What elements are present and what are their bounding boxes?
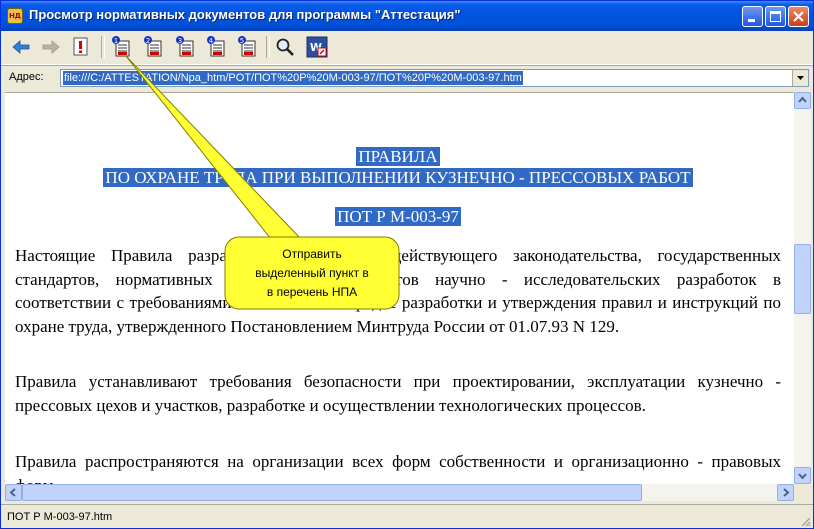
title-bar[interactable]: НД Просмотр нормативных документов для п… bbox=[1, 1, 813, 31]
scroll-left-button[interactable] bbox=[5, 484, 22, 501]
chevron-left-icon bbox=[9, 488, 16, 497]
chevron-down-icon bbox=[798, 473, 807, 480]
important-document-icon[interactable] bbox=[69, 35, 93, 59]
scroll-right-button[interactable] bbox=[777, 484, 794, 501]
chevron-down-icon bbox=[797, 76, 804, 80]
document-code: ПОТ Р М-003-97 bbox=[15, 207, 781, 227]
vertical-scroll-thumb[interactable] bbox=[794, 244, 811, 314]
minimize-button[interactable] bbox=[742, 6, 763, 27]
scroll-down-button[interactable] bbox=[794, 467, 811, 484]
status-bar: ПОТ Р М-003-97.htm bbox=[1, 504, 813, 528]
toolbar-separator bbox=[266, 36, 270, 58]
search-icon[interactable] bbox=[273, 35, 297, 59]
address-value[interactable]: file:///C:/ATTESTATION/Npa_htm/POT/ПОТ%2… bbox=[63, 71, 523, 85]
status-text: ПОТ Р М-003-97.htm bbox=[7, 511, 113, 523]
toolbar-separator bbox=[101, 36, 105, 58]
document-subtitle: ПО ОХРАНЕ ТРУДА ПРИ ВЫПОЛНЕНИИ КУЗНЕЧНО … bbox=[15, 168, 781, 188]
word-export-icon[interactable]: W bbox=[305, 35, 329, 59]
back-arrow-icon[interactable] bbox=[9, 35, 33, 59]
title-line-2: ПО ОХРАНЕ ТРУДА ПРИ ВЫПОЛНЕНИИ КУЗНЕЧНО … bbox=[103, 168, 693, 187]
document-code-text: ПОТ Р М-003-97 bbox=[335, 207, 461, 226]
chevron-up-icon bbox=[798, 96, 807, 103]
document-view[interactable]: ПРАВИЛА ПО ОХРАНЕ ТРУДА ПРИ ВЫПОЛНЕНИИ К… bbox=[5, 92, 794, 485]
scrollbar-corner bbox=[794, 484, 811, 501]
tooltip-text: Отправить выделенный пункт в в перечень … bbox=[233, 245, 391, 302]
tooltip-line-2: выделенный пункт в bbox=[255, 266, 369, 280]
tooltip-line-3: в перечень НПА bbox=[266, 285, 358, 299]
forward-arrow-icon[interactable] bbox=[39, 35, 63, 59]
document-list-5-icon[interactable]: 5 bbox=[235, 35, 259, 59]
browser-window: НД Просмотр нормативных документов для п… bbox=[0, 0, 814, 529]
svg-text:3: 3 bbox=[178, 37, 182, 45]
svg-text:5: 5 bbox=[240, 37, 244, 45]
svg-text:4: 4 bbox=[209, 37, 214, 45]
vertical-scrollbar[interactable] bbox=[794, 92, 811, 484]
svg-text:2: 2 bbox=[146, 37, 150, 45]
scroll-up-button[interactable] bbox=[794, 92, 811, 109]
svg-text:1: 1 bbox=[114, 37, 118, 45]
address-bar: Адрес: file:///C:/ATTESTATION/Npa_htm/PO… bbox=[1, 65, 813, 90]
toolbar: 1 2 3 4 5 W bbox=[1, 31, 813, 65]
document-list-4-icon[interactable]: 4 bbox=[204, 35, 228, 59]
document-list-1-icon[interactable]: 1 bbox=[109, 35, 133, 59]
paragraph: Настоящие Правила разработаны на основе … bbox=[15, 246, 781, 336]
resize-grip-icon[interactable] bbox=[799, 515, 811, 527]
maximize-button[interactable] bbox=[765, 6, 786, 27]
app-icon[interactable]: НД bbox=[7, 8, 23, 24]
paragraph: Правила распространяются на организации … bbox=[15, 452, 781, 485]
document-list-3-icon[interactable]: 3 bbox=[173, 35, 197, 59]
tooltip-line-1: Отправить bbox=[282, 247, 342, 261]
document-list-2-icon[interactable]: 2 bbox=[141, 35, 165, 59]
address-dropdown-button[interactable] bbox=[792, 70, 808, 86]
window-title: Просмотр нормативных документов для прог… bbox=[29, 7, 461, 22]
title-line-1: ПРАВИЛА bbox=[356, 147, 440, 166]
horizontal-scroll-thumb[interactable] bbox=[22, 484, 642, 501]
document-title: ПРАВИЛА bbox=[15, 147, 781, 167]
paragraph: Правила устанавливают требования безопас… bbox=[15, 372, 781, 415]
address-input[interactable]: file:///C:/ATTESTATION/Npa_htm/POT/ПОТ%2… bbox=[60, 69, 809, 87]
chevron-right-icon bbox=[783, 488, 790, 497]
address-label: Адрес: bbox=[9, 71, 44, 83]
horizontal-scrollbar[interactable] bbox=[5, 484, 794, 501]
close-button[interactable] bbox=[788, 6, 809, 27]
